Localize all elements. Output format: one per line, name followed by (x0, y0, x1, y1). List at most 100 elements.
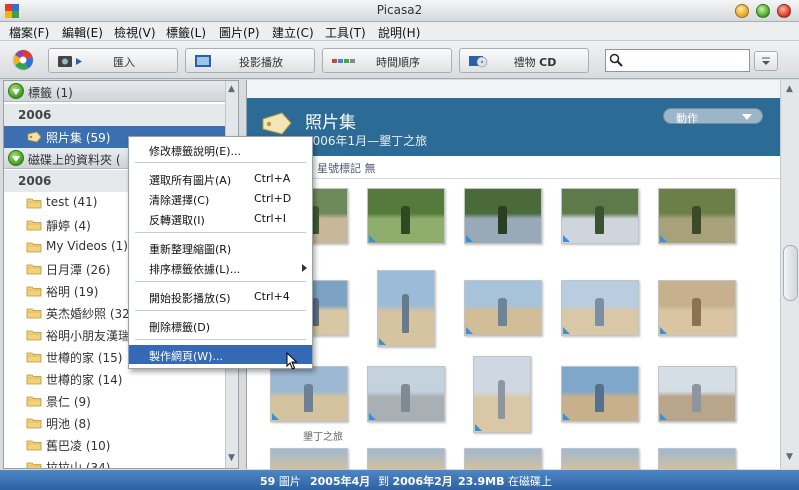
menu-refresh-thumbnails[interactable]: 重新整理縮圖(R) (129, 238, 312, 257)
menu-down-icon (762, 57, 770, 65)
search-options-button[interactable] (754, 51, 778, 71)
photo-subject (692, 298, 701, 326)
folder-icon (26, 198, 42, 209)
scroll-down-icon[interactable]: ▼ (228, 453, 235, 463)
photo-thumbnail[interactable] (464, 280, 542, 336)
menu-separator (135, 232, 306, 233)
menu-invert-selection[interactable]: 反轉選取(I) Ctrl+I (129, 209, 312, 228)
uploaded-marker-icon (563, 327, 570, 334)
photo-thumbnail[interactable] (377, 270, 435, 347)
maximize-button[interactable] (756, 4, 770, 18)
status-bar: 59 圖片 2005年4月 到 2006年2月 23.9MB 在磁碟上 (0, 470, 799, 490)
actions-dropdown[interactable]: 動作 (663, 108, 763, 125)
folder-item[interactable]: 世樽的家 (14) (4, 368, 225, 390)
folder-label: 世樽的家 (14) (46, 373, 123, 387)
rating-text[interactable]: 星號標記 無 (317, 160, 376, 176)
folder-icon (26, 352, 42, 363)
import-button[interactable]: 匯入 (48, 48, 178, 73)
folder-item[interactable]: 明池 (8) (4, 412, 225, 434)
folder-icon (26, 440, 42, 451)
uploaded-marker-icon (369, 413, 376, 420)
status-count: 59 圖片 (260, 473, 301, 489)
photo-thumbnail[interactable] (658, 188, 736, 244)
menu-file[interactable]: 檔案(F) (9, 24, 49, 41)
menu-label[interactable]: 標籤(L) (166, 24, 206, 41)
picasa-home-icon[interactable] (12, 49, 34, 71)
menu-picture[interactable]: 圖片(P) (219, 24, 260, 41)
folder-label: 裕明 (19) (46, 285, 99, 299)
photo-thumbnail[interactable] (367, 366, 445, 422)
folder-item[interactable]: 拉拉山 (34) (4, 456, 225, 468)
folder-item[interactable]: 景仁 (9) (4, 390, 225, 412)
menu-separator (135, 310, 306, 311)
menu-tools[interactable]: 工具(T) (325, 24, 366, 41)
search-input[interactable] (624, 52, 746, 69)
photo-thumbnail[interactable] (658, 448, 736, 470)
photo-thumbnail[interactable] (270, 366, 348, 422)
label-album-text: 照片集 (59) (46, 131, 111, 145)
scroll-up-icon[interactable]: ▲ (786, 84, 793, 94)
photo-thumbnail[interactable] (473, 356, 531, 433)
uploaded-marker-icon (475, 424, 482, 431)
menu-edit-label-description[interactable]: 修改標籤說明(E)... (129, 140, 312, 159)
photo-thumbnail[interactable] (367, 448, 445, 470)
folder-label: 英杰婚紗照 (32 (46, 307, 130, 321)
photo-thumbnail[interactable] (464, 448, 542, 470)
minimize-button[interactable] (735, 4, 749, 18)
menu-sort-labels[interactable]: 排序標籤依據(L)... (129, 258, 312, 277)
chevron-down-icon (742, 114, 752, 120)
folder-item[interactable]: 舊巴凌 (10) (4, 434, 225, 456)
photo-thumbnail[interactable] (561, 366, 639, 422)
menu-edit[interactable]: 編輯(E) (62, 24, 103, 41)
menu-select-all[interactable]: 選取所有圖片(A) Ctrl+A (129, 169, 312, 188)
menu-help[interactable]: 說明(H) (378, 24, 420, 41)
photo-subject (595, 384, 604, 412)
menu-start-slideshow[interactable]: 開始投影播放(S) Ctrl+4 (129, 287, 312, 306)
album-subtitle: 2006年1月—墾丁之旅 (305, 134, 428, 148)
photo-thumbnail[interactable] (658, 280, 736, 336)
photo-thumbnail[interactable] (561, 448, 639, 470)
menu-item-shortcut: Ctrl+4 (254, 290, 290, 303)
menu-make-webpage[interactable]: 製作網頁(W)... (129, 345, 312, 364)
expand-labels-icon[interactable] (8, 83, 24, 99)
scroll-up-icon[interactable]: ▲ (228, 84, 235, 94)
gift-cd-button[interactable]: 禮物 CD (459, 48, 589, 73)
photo-subject (304, 384, 313, 412)
menu-item-label: 重新整理縮圖(R) (149, 243, 232, 256)
lightbox-scrollbar[interactable]: ▲ ▼ (780, 80, 799, 469)
menu-item-label: 清除選擇(C) (149, 194, 210, 207)
menu-separator (135, 162, 306, 163)
menu-separator (135, 281, 306, 282)
photo-thumbnail[interactable] (561, 280, 639, 336)
magnifier-icon (609, 53, 623, 67)
lightbox-top-strip (247, 80, 780, 98)
scroll-thumb[interactable] (783, 245, 798, 301)
menu-view[interactable]: 檢視(V) (114, 24, 156, 41)
title-bar: Picasa2 (0, 0, 799, 22)
menu-clear-selection[interactable]: 清除選擇(C) Ctrl+D (129, 189, 312, 208)
scroll-down-icon[interactable]: ▼ (786, 452, 793, 462)
folder-icon (26, 286, 42, 297)
timeline-button[interactable]: 時間順序 (322, 48, 452, 73)
photo-thumbnail[interactable] (561, 188, 639, 244)
mouse-pointer-icon (286, 352, 298, 370)
photo-thumbnail[interactable] (367, 188, 445, 244)
folder-icon (26, 242, 42, 253)
search-field[interactable] (605, 49, 750, 72)
close-button[interactable] (777, 4, 791, 18)
menu-separator (135, 339, 306, 340)
status-count-num: 59 (260, 475, 276, 488)
menu-create[interactable]: 建立(C) (272, 24, 314, 41)
labels-section-header[interactable]: 標籤 (1) (4, 81, 225, 102)
folder-icon (26, 418, 42, 429)
uploaded-marker-icon (466, 327, 473, 334)
photo-thumbnail[interactable] (658, 366, 736, 422)
slideshow-button[interactable]: 投影播放 (185, 48, 315, 73)
photo-thumbnail[interactable] (270, 448, 348, 470)
uploaded-marker-icon (563, 413, 570, 420)
menu-item-label: 排序標籤依據(L)... (149, 263, 241, 276)
menu-delete-label[interactable]: 刪除標籤(D) (129, 316, 312, 335)
uploaded-marker-icon (563, 235, 570, 242)
photo-thumbnail[interactable] (464, 188, 542, 244)
expand-folders-icon[interactable] (8, 150, 24, 166)
